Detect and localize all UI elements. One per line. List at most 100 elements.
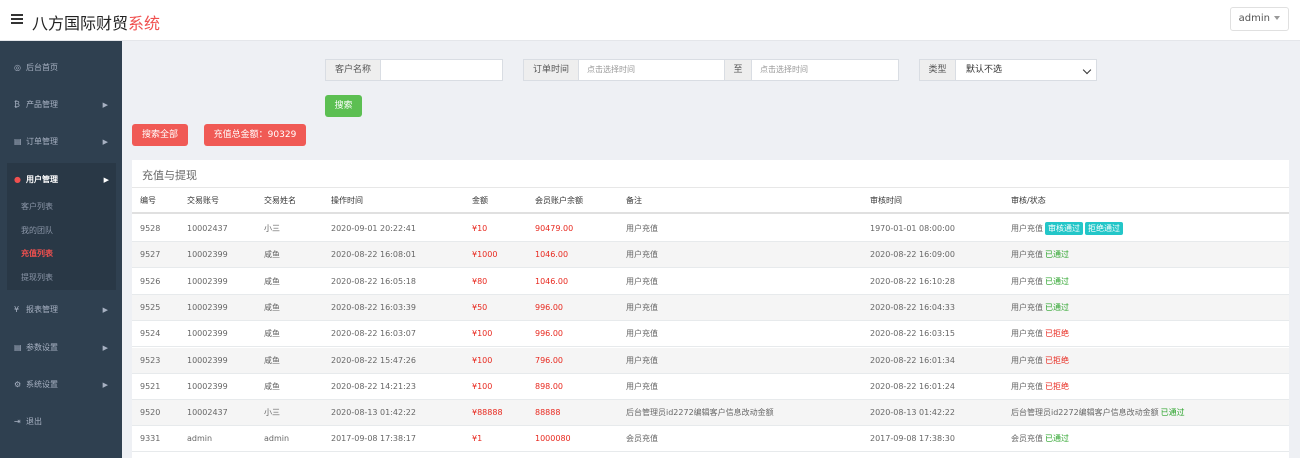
- cell-name: 咸鱼: [264, 302, 280, 312]
- cell-name: 咸鱼: [264, 355, 280, 365]
- sidebar-item-orders[interactable]: ▤ 订单管理 ▶: [0, 130, 122, 154]
- table-row: 9526 10002399 咸鱼 2020-08-22 16:05:18 ¥80 1046…: [132, 269, 1289, 295]
- cell-amount: ¥100: [472, 355, 493, 365]
- cell-status: 用户充值 已拒绝: [1011, 348, 1069, 374]
- search-all-button[interactable]: 搜索全部: [132, 124, 188, 146]
- cell-time: 2020-08-22 14:21:23: [331, 381, 416, 391]
- col-time: 操作时间: [331, 196, 363, 205]
- sidebar-item-label: 订单管理: [26, 137, 58, 146]
- cell-name: 小三: [264, 408, 280, 418]
- customer-name-label: 客户名称: [325, 59, 381, 81]
- user-icon: ●: [14, 175, 21, 184]
- cell-audit-time: 2020-08-22 16:01:24: [870, 381, 955, 391]
- cell-name: 咸鱼: [264, 329, 280, 339]
- status-badge: 已通过: [1045, 250, 1069, 260]
- table-row: 9521 10002399 咸鱼 2020-08-22 14:21:23 ¥100 898…: [132, 374, 1289, 400]
- cell-account: 10002399: [187, 329, 228, 339]
- chevron-right-icon: ▶: [103, 176, 109, 184]
- sidebar-item-label: 用户管理: [26, 175, 58, 184]
- sidebar-item-params[interactable]: ▤ 参数设置 ▶: [0, 336, 122, 360]
- cell-amount: ¥88888: [472, 408, 503, 418]
- cell-note: 用户充值: [626, 224, 658, 233]
- cell-account: admin: [187, 434, 213, 444]
- user-dropdown[interactable]: admin: [1229, 7, 1289, 31]
- cell-balance: 898.00: [535, 381, 563, 391]
- cell-note: 会员充值: [626, 434, 658, 444]
- sidebar-item-system[interactable]: ⚙ 系统设置 ▶: [0, 373, 122, 397]
- status-prefix: 后台管理员id2272编辑客户信息改动金额: [1011, 408, 1159, 418]
- sidebar-item-label: 产品管理: [26, 100, 58, 109]
- cell-account: 10002437: [187, 408, 228, 418]
- cell-id: 9524: [140, 329, 161, 339]
- user-name: admin: [1238, 13, 1270, 24]
- hamburger-menu-icon[interactable]: [11, 14, 23, 24]
- status-badge: 已通过: [1045, 434, 1069, 444]
- sidebar-item-label: 报表管理: [26, 305, 58, 314]
- type-select[interactable]: 默认不选: [955, 59, 1097, 81]
- cell-balance: 1000080: [535, 434, 571, 444]
- cell-time: 2020-08-13 01:42:22: [331, 408, 416, 418]
- status-badge: 已拒绝: [1045, 329, 1069, 339]
- sidebar-item-users[interactable]: ● 用户管理 ▶: [7, 168, 116, 192]
- cell-note: 用户充值: [626, 329, 658, 339]
- cell-audit-time: 2020-08-22 16:04:33: [870, 302, 955, 312]
- cell-amount: ¥80: [472, 276, 488, 286]
- col-amount: 金额: [472, 196, 488, 205]
- status-badge: 已拒绝: [1045, 355, 1069, 365]
- logout-icon: ⇥: [14, 417, 21, 426]
- col-name: 交易姓名: [264, 196, 296, 205]
- cell-amount: ¥1: [472, 434, 483, 444]
- total-recharge-button[interactable]: 充值总金额：90329: [204, 124, 306, 146]
- status-prefix: 用户充值: [1011, 250, 1043, 260]
- sub-item-team[interactable]: 我的团队: [21, 222, 53, 240]
- cell-status: 会员充值 已通过: [1011, 426, 1069, 452]
- sub-item-recharge-list[interactable]: 充值列表: [21, 245, 53, 263]
- cell-audit-time: 2020-08-13 01:42:22: [870, 408, 955, 418]
- status-badge: 已通过: [1045, 276, 1069, 286]
- search-button[interactable]: 搜索: [325, 95, 362, 117]
- cell-balance: 996.00: [535, 329, 563, 339]
- start-time-input[interactable]: 点击选择时间: [578, 59, 725, 81]
- cell-note: 用户充值: [626, 276, 658, 286]
- cell-time: 2020-08-22 16:03:39: [331, 302, 416, 312]
- cell-note: 用户充值: [626, 302, 658, 312]
- cell-audit-time: 2017-09-08 17:38:30: [870, 434, 955, 444]
- cell-id: 9520: [140, 408, 161, 418]
- sub-item-withdraw-list[interactable]: 提现列表: [21, 269, 53, 287]
- sub-item-customers[interactable]: 客户列表: [21, 198, 53, 216]
- chevron-right-icon: ▶: [102, 344, 108, 352]
- panel-title: 充值与提现: [142, 169, 197, 182]
- status-badge: 已通过: [1045, 302, 1069, 312]
- cell-status: 用户充值 已通过: [1011, 242, 1069, 268]
- end-time-input[interactable]: 点击选择时间: [751, 59, 899, 81]
- cell-balance: 796.00: [535, 355, 563, 365]
- table-row: 9331 admin admin 2017-09-08 17:38:17 ¥1 10000…: [132, 426, 1289, 453]
- sidebar-item-reports[interactable]: ¥ 报表管理 ▶: [0, 298, 122, 322]
- reject-button[interactable]: 拒绝通过: [1085, 222, 1123, 235]
- status-prefix: 用户充值: [1011, 276, 1043, 286]
- cell-status: 用户充值 已拒绝: [1011, 374, 1069, 400]
- sidebar: ◎ 后台首页 ₿ 产品管理 ▶ ▤ 订单管理 ▶ ● 用户管理 ▶ 客户列表 我的团队 充值列…: [0, 41, 122, 458]
- brand-title: 八方国际财贸系统: [32, 10, 160, 34]
- cell-balance: 996.00: [535, 302, 563, 312]
- chevron-right-icon: ▶: [102, 101, 108, 109]
- cell-balance: 90479.00: [535, 224, 574, 233]
- sidebar-item-label: 退出: [26, 417, 42, 426]
- approve-button[interactable]: 审核通过: [1045, 222, 1083, 235]
- top-header: 八方国际财贸系统 admin: [0, 0, 1300, 41]
- sidebar-item-label: 系统设置: [26, 380, 58, 389]
- order-time-label: 订单时间: [523, 59, 579, 81]
- col-balance: 会员账户余额: [535, 196, 583, 205]
- table-row: 9523 10002399 咸鱼 2020-08-22 15:47:26 ¥100 796…: [132, 347, 1289, 374]
- cell-name: 咸鱼: [264, 381, 280, 391]
- sidebar-item-logout[interactable]: ⇥ 退出: [0, 410, 122, 434]
- sidebar-item-products[interactable]: ₿ 产品管理 ▶: [0, 93, 122, 117]
- sidebar-item-dashboard[interactable]: ◎ 后台首页: [0, 56, 122, 80]
- cell-time: 2020-08-22 16:03:07: [331, 329, 416, 339]
- cell-note: 用户充值: [626, 355, 658, 365]
- col-audit-time: 审核时间: [870, 196, 902, 205]
- cell-account: 10002399: [187, 250, 228, 260]
- cell-status: 用户充值 已通过: [1011, 295, 1069, 321]
- customer-name-input[interactable]: [380, 59, 503, 81]
- files-icon: ▤: [14, 137, 22, 146]
